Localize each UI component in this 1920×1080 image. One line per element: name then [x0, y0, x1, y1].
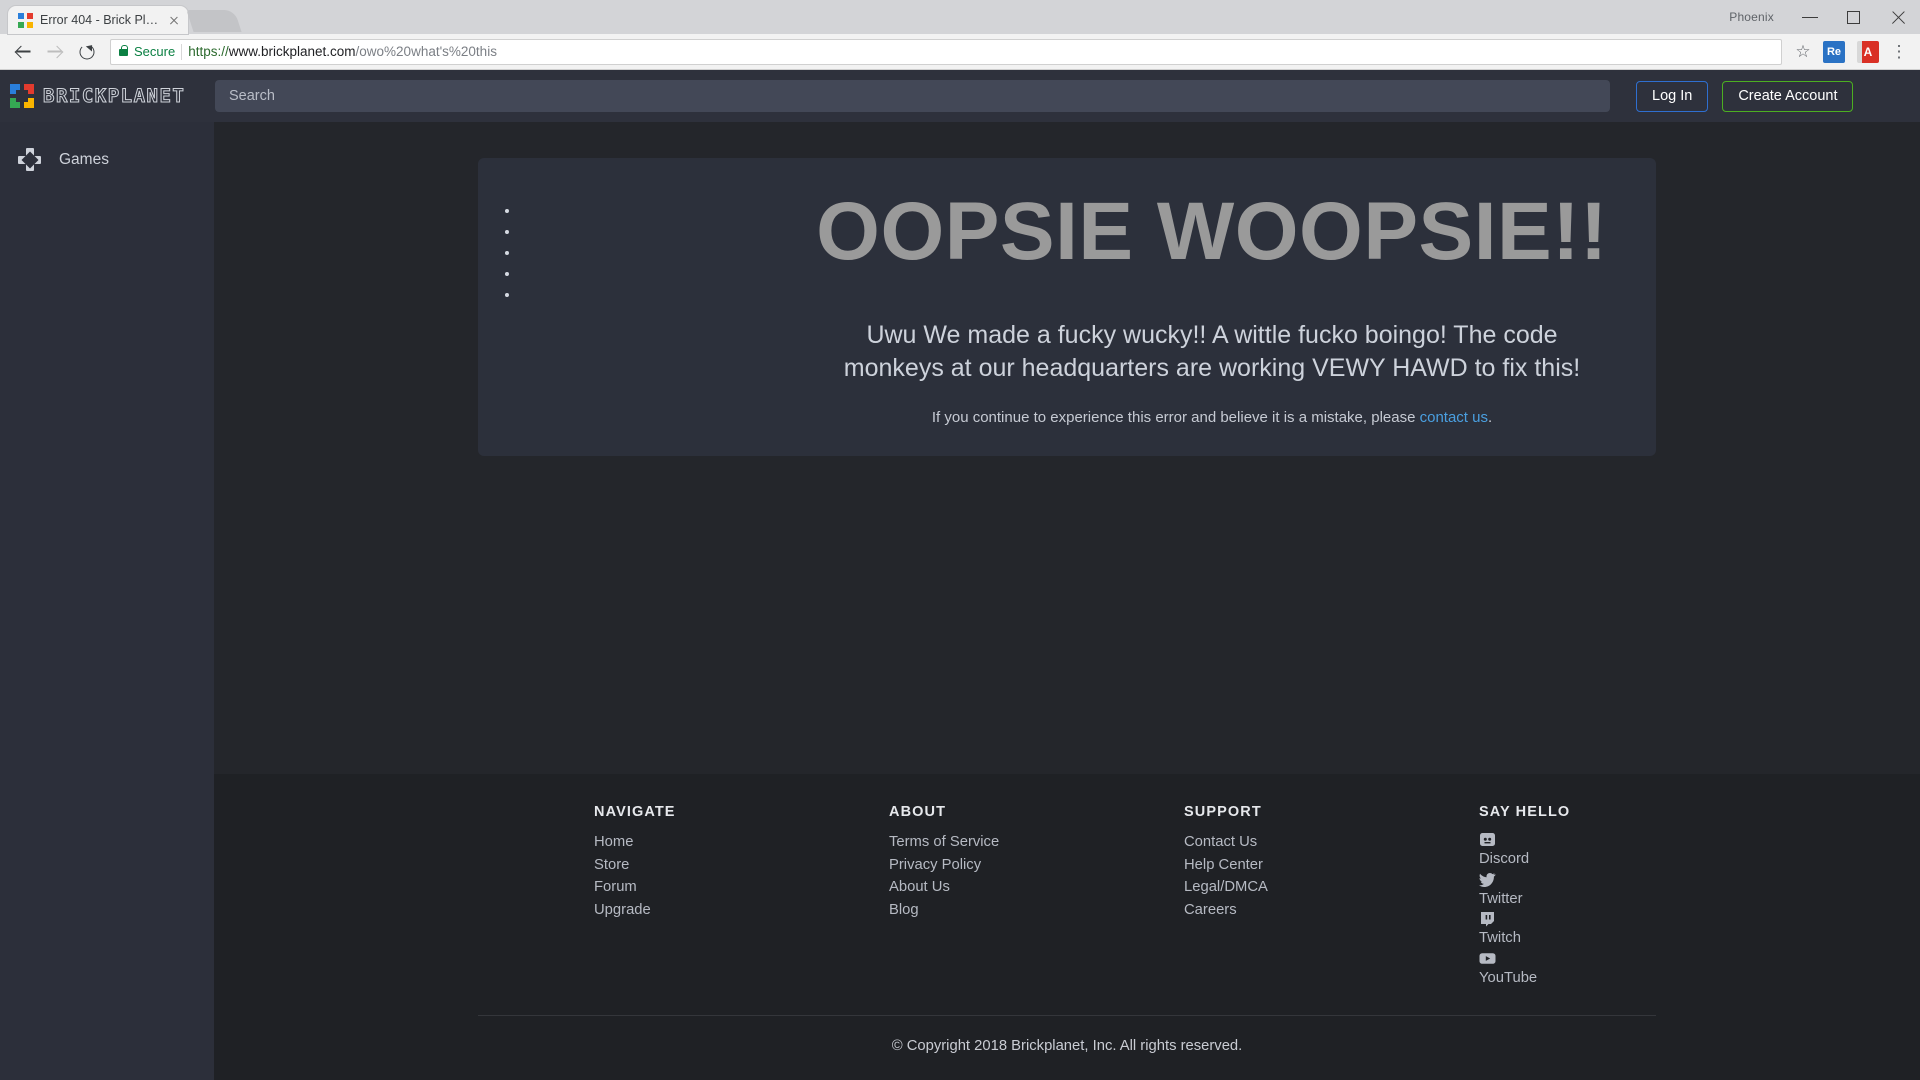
bookmark-star-icon[interactable]: ☆ — [1790, 39, 1816, 65]
log-in-button[interactable]: Log In — [1636, 80, 1709, 112]
error-title: OOPSIE WOOPSIE!! — [816, 186, 1608, 277]
create-account-button[interactable]: Create Account — [1722, 80, 1854, 112]
footer-link-contact-us[interactable]: Contact Us — [1184, 831, 1363, 853]
footer-link-label: Discord — [1479, 851, 1530, 867]
footer-link-twitch[interactable]: Twitch — [1479, 910, 1658, 949]
footer-link-forum[interactable]: Forum — [594, 876, 773, 898]
content-area: OOPSIE WOOPSIE!! Uwu We made a fucky wuc… — [214, 122, 1920, 774]
profile-name: Phoenix — [1729, 10, 1774, 24]
close-icon[interactable] — [166, 12, 182, 28]
footer-column-support: SUPPORT Contact Us Help Center Legal/DMC… — [1068, 804, 1363, 989]
re-extension-icon[interactable]: Re — [1823, 40, 1845, 63]
header-actions: Log In Create Account — [1636, 80, 1854, 112]
footer-heading: ABOUT — [889, 804, 947, 820]
site-header: BRICKPLANET Log In Create Account — [0, 70, 1920, 122]
footer-heading: SUPPORT — [1184, 804, 1262, 820]
list-item — [520, 202, 768, 223]
back-icon[interactable] — [8, 37, 38, 67]
footer-link-blog[interactable]: Blog — [889, 899, 1068, 921]
browser-window: Error 404 - Brick Planet Phoenix Secure … — [0, 0, 1920, 1080]
divider — [181, 43, 183, 60]
error-subtext: If you continue to experience this error… — [794, 409, 1630, 426]
twitter-icon — [1479, 871, 1658, 888]
error-subtext-suffix: . — [1487, 408, 1493, 426]
footer-column-about: ABOUT Terms of Service Privacy Policy Ab… — [773, 804, 1068, 989]
browser-tab[interactable]: Error 404 - Brick Planet — [8, 6, 188, 34]
minimize-icon[interactable] — [1788, 0, 1832, 34]
error-message: Uwu We made a fucky wucky!! A wittle fuc… — [843, 320, 1581, 382]
footer-columns: NAVIGATE Home Store Forum Upgrade ABOUT … — [478, 804, 1656, 1015]
error-card-left — [478, 180, 768, 426]
contact-us-link[interactable]: contact us — [1420, 409, 1488, 426]
footer-heading: SAY HELLO — [1479, 804, 1571, 820]
empty-bullet-list — [478, 202, 768, 307]
lock-icon — [119, 45, 128, 56]
footer-link-help-center[interactable]: Help Center — [1184, 854, 1363, 876]
footer-link-careers[interactable]: Careers — [1184, 899, 1363, 921]
reload-icon[interactable] — [72, 37, 102, 67]
footer-link-label: Twitter — [1479, 890, 1523, 907]
page-content: BRICKPLANET Log In Create Account Games — [0, 70, 1920, 1080]
tab-title: Error 404 - Brick Planet — [40, 13, 159, 27]
logo-text: BRICKPLANET — [42, 85, 186, 108]
brickplanet-favicon-icon — [18, 12, 33, 28]
browser-toolbar: Secure https://www.brickplanet.com/owo%2… — [0, 34, 1920, 70]
list-item — [520, 244, 768, 265]
forward-icon[interactable] — [40, 37, 70, 67]
new-tab-button[interactable] — [186, 10, 242, 32]
url-text: https://www.brickplanet.com/owo%20what's… — [188, 44, 497, 59]
footer-link-privacy-policy[interactable]: Privacy Policy — [889, 854, 1068, 876]
sidebar: Games — [0, 122, 214, 1080]
footer-link-store[interactable]: Store — [594, 854, 773, 876]
list-item — [520, 286, 768, 307]
footer-link-legal-dmca[interactable]: Legal/DMCA — [1184, 876, 1363, 898]
error-card: OOPSIE WOOPSIE!! Uwu We made a fucky wuc… — [478, 158, 1656, 456]
url-scheme: https:// — [188, 44, 229, 59]
list-item — [520, 223, 768, 244]
footer-link-upgrade[interactable]: Upgrade — [594, 899, 773, 921]
twitch-icon — [1479, 910, 1658, 927]
footer-heading: NAVIGATE — [594, 804, 676, 820]
footer-link-label: Twitch — [1479, 930, 1521, 946]
footer-link-discord[interactable]: Discord — [1479, 831, 1658, 870]
footer-column-say-hello: SAY HELLO Discord Twitter Twitch YouTube — [1363, 804, 1658, 989]
footer-link-twitter[interactable]: Twitter — [1479, 871, 1658, 910]
url-path: /owo%20what's%20this — [355, 44, 497, 59]
sidebar-item-label: Games — [59, 150, 109, 168]
footer-column-navigate: NAVIGATE Home Store Forum Upgrade — [478, 804, 773, 989]
search-input[interactable] — [229, 88, 1596, 104]
maximize-icon[interactable] — [1832, 0, 1876, 34]
search-box[interactable] — [215, 80, 1610, 112]
brickplanet-logo-icon — [10, 84, 34, 108]
footer-link-terms-of-service[interactable]: Terms of Service — [889, 831, 1068, 853]
window-controls: Phoenix — [1729, 0, 1920, 34]
copyright-text: © Copyright 2018 Brickplanet, Inc. All r… — [891, 1038, 1243, 1054]
url-host: www.brickplanet.com — [228, 44, 356, 59]
error-card-main: OOPSIE WOOPSIE!! Uwu We made a fucky wuc… — [768, 180, 1656, 426]
tab-strip: Error 404 - Brick Planet Phoenix — [0, 0, 1920, 34]
site-logo[interactable]: BRICKPLANET — [10, 84, 215, 108]
gamepad-icon — [18, 148, 41, 171]
security-label: Secure — [134, 44, 176, 59]
footer-link-home[interactable]: Home — [594, 831, 773, 853]
browser-menu-icon[interactable]: ⋮ — [1886, 42, 1912, 62]
youtube-icon — [1479, 950, 1658, 967]
error-subtext-prefix: If you continue to experience this error… — [931, 408, 1420, 426]
list-item — [520, 265, 768, 286]
main-content: OOPSIE WOOPSIE!! Uwu We made a fucky wuc… — [214, 122, 1920, 1080]
site-footer: NAVIGATE Home Store Forum Upgrade ABOUT … — [214, 774, 1920, 1080]
footer-link-youtube[interactable]: YouTube — [1479, 950, 1658, 989]
site-body: Games • • • • • OOPSIE WOOPSIE!! Uwu We … — [0, 122, 1920, 1080]
footer-link-about-us[interactable]: About Us — [889, 876, 1068, 898]
window-close-icon[interactable] — [1876, 0, 1920, 34]
footer-link-label: YouTube — [1479, 969, 1538, 986]
book-extension-icon[interactable]: A — [1857, 40, 1879, 63]
sidebar-item-games[interactable]: Games — [0, 140, 214, 179]
discord-icon — [1479, 831, 1658, 848]
address-bar[interactable]: Secure https://www.brickplanet.com/owo%2… — [110, 38, 1782, 65]
